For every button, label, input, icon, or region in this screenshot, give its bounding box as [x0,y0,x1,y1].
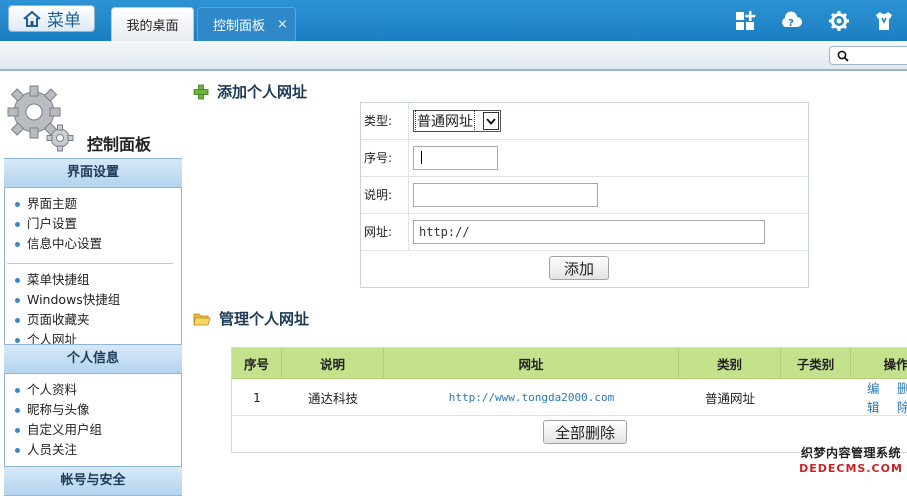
sidebar-list: 菜单快捷组 Windows快捷组 页面收藏夹 个人网址 [5,268,181,356]
search-icon [837,50,849,62]
tab-label: 控制面板 [213,19,266,34]
form-row-seq: 序号: [361,140,808,177]
cell-subtype [781,379,851,415]
seq-input[interactable] [413,146,498,170]
sidebar-title: 控制面板 [87,135,152,154]
sidebar-item-windows-shortcuts[interactable]: Windows快捷组 [13,290,181,310]
column-header[interactable]: 网址 [384,348,679,378]
url-input[interactable] [413,220,765,244]
column-header[interactable]: 序号 [232,348,282,378]
add-widget-icon[interactable] [734,10,756,32]
column-header[interactable]: 操作 [851,348,907,378]
sidebar: 控制面板 界面设置 界面主题 门户设置 信息中心设置 菜单快捷组 Windows… [0,72,186,496]
watermark-line2: DEDECMS.COM [799,462,903,475]
add-button[interactable]: 添加 [549,256,609,280]
section-title-text: 添加个人网址 [217,83,308,101]
sidebar-item-favorites[interactable]: 页面收藏夹 [13,310,181,330]
sidebar-item-menu-shortcuts[interactable]: 菜单快捷组 [13,270,181,290]
sidebar-item-profile[interactable]: 个人资料 [13,380,181,400]
sidebar-list: 个人资料 昵称与头像 自定义用户组 人员关注 [5,374,181,466]
sidebar-item-theme[interactable]: 界面主题 [13,194,181,214]
add-url-form: 类型: 普通网址 序号: 说明: 网址: 添加 [360,102,809,288]
menu-button[interactable]: 菜单 [8,5,95,32]
sidebar-item-follow[interactable]: 人员关注 [13,440,181,460]
url-table: 序号 说明 网址 类别 子类别 操作 1 通达科技 http://www.ton… [231,347,907,453]
manage-section-title: 管理个人网址 [193,308,309,329]
sidebar-section-heading[interactable]: 个人信息 [4,344,182,374]
form-row-type: 类型: 普通网址 [361,103,808,140]
control-panel-gears-icon [7,85,74,152]
desc-input[interactable] [413,183,598,207]
column-header[interactable]: 子类别 [781,348,851,378]
sidebar-section-heading[interactable]: 界面设置 [4,158,182,188]
tab-label: 我的桌面 [126,19,179,34]
cell-type: 普通网址 [704,390,755,406]
chevron-down-icon[interactable] [483,112,499,130]
cell-actions: 编辑 删除 [867,379,907,415]
tab-control-panel[interactable]: 控制面板 × [197,7,296,41]
home-icon [23,10,41,27]
search-input[interactable] [852,48,907,64]
menu-label: 菜单 [47,11,81,31]
text-caret [421,151,422,164]
seq-label: 序号: [361,140,409,176]
tshirt-theme-icon[interactable] [873,10,895,32]
toolbar-strip [0,41,907,71]
delete-all-button[interactable]: 全部删除 [543,420,627,444]
column-header[interactable]: 类别 [679,348,781,378]
desc-label: 说明: [361,177,409,213]
column-header[interactable]: 说明 [282,348,384,378]
delete-link[interactable]: 删除 [897,378,907,416]
sidebar-item-info-center[interactable]: 信息中心设置 [13,234,181,254]
sidebar-item-portal[interactable]: 门户设置 [13,214,181,234]
form-row-url: 网址: [361,214,808,251]
search-box[interactable] [829,46,907,65]
svg-text:?: ? [788,18,794,29]
top-bar: 菜单 我的桌面 控制面板 × ? [0,0,907,41]
sidebar-section-ui-settings: 界面设置 界面主题 门户设置 信息中心设置 菜单快捷组 Windows快捷组 页… [4,158,182,357]
sidebar-section-personal-info: 个人信息 个人资料 昵称与头像 自定义用户组 人员关注 [4,344,182,467]
type-label: 类型: [361,103,409,139]
sidebar-divider [7,263,173,264]
tab-my-desktop[interactable]: 我的桌面 [111,7,194,41]
section-title-text: 管理个人网址 [219,310,310,328]
add-section-title: 添加个人网址 [193,81,307,102]
watermark: 织梦内容管理系统 DEDECMS.COM [797,446,905,480]
watermark-line1: 织梦内容管理系统 [800,446,901,460]
form-row-desc: 说明: [361,177,808,214]
close-tab-icon[interactable]: × [277,17,288,32]
url-link[interactable]: http://www.tongda2000.com [449,391,615,404]
cell-desc: 通达科技 [307,390,358,406]
folder-icon [193,311,211,326]
cell-url: http://www.tongda2000.com [384,379,679,415]
edit-link[interactable]: 编辑 [867,378,891,416]
green-plus-icon [193,84,209,100]
cell-seq: 1 [253,389,261,405]
table-header: 序号 说明 网址 类别 子类别 操作 [232,348,907,379]
sidebar-item-custom-groups[interactable]: 自定义用户组 [13,420,181,440]
type-select-value: 普通网址 [415,110,475,132]
sidebar-section-account-security: 帐号与安全 [4,466,182,496]
table-row: 1 通达科技 http://www.tongda2000.com 普通网址 编辑… [232,379,907,416]
sidebar-section-heading[interactable]: 帐号与安全 [4,466,182,496]
gear-icon[interactable] [828,10,850,32]
sidebar-list: 界面主题 门户设置 信息中心设置 [5,188,181,260]
sidebar-item-nickname-avatar[interactable]: 昵称与头像 [13,400,181,420]
cloud-help-icon[interactable]: ? [780,10,802,32]
type-select[interactable]: 普通网址 [413,110,501,132]
url-label: 网址: [361,214,409,250]
